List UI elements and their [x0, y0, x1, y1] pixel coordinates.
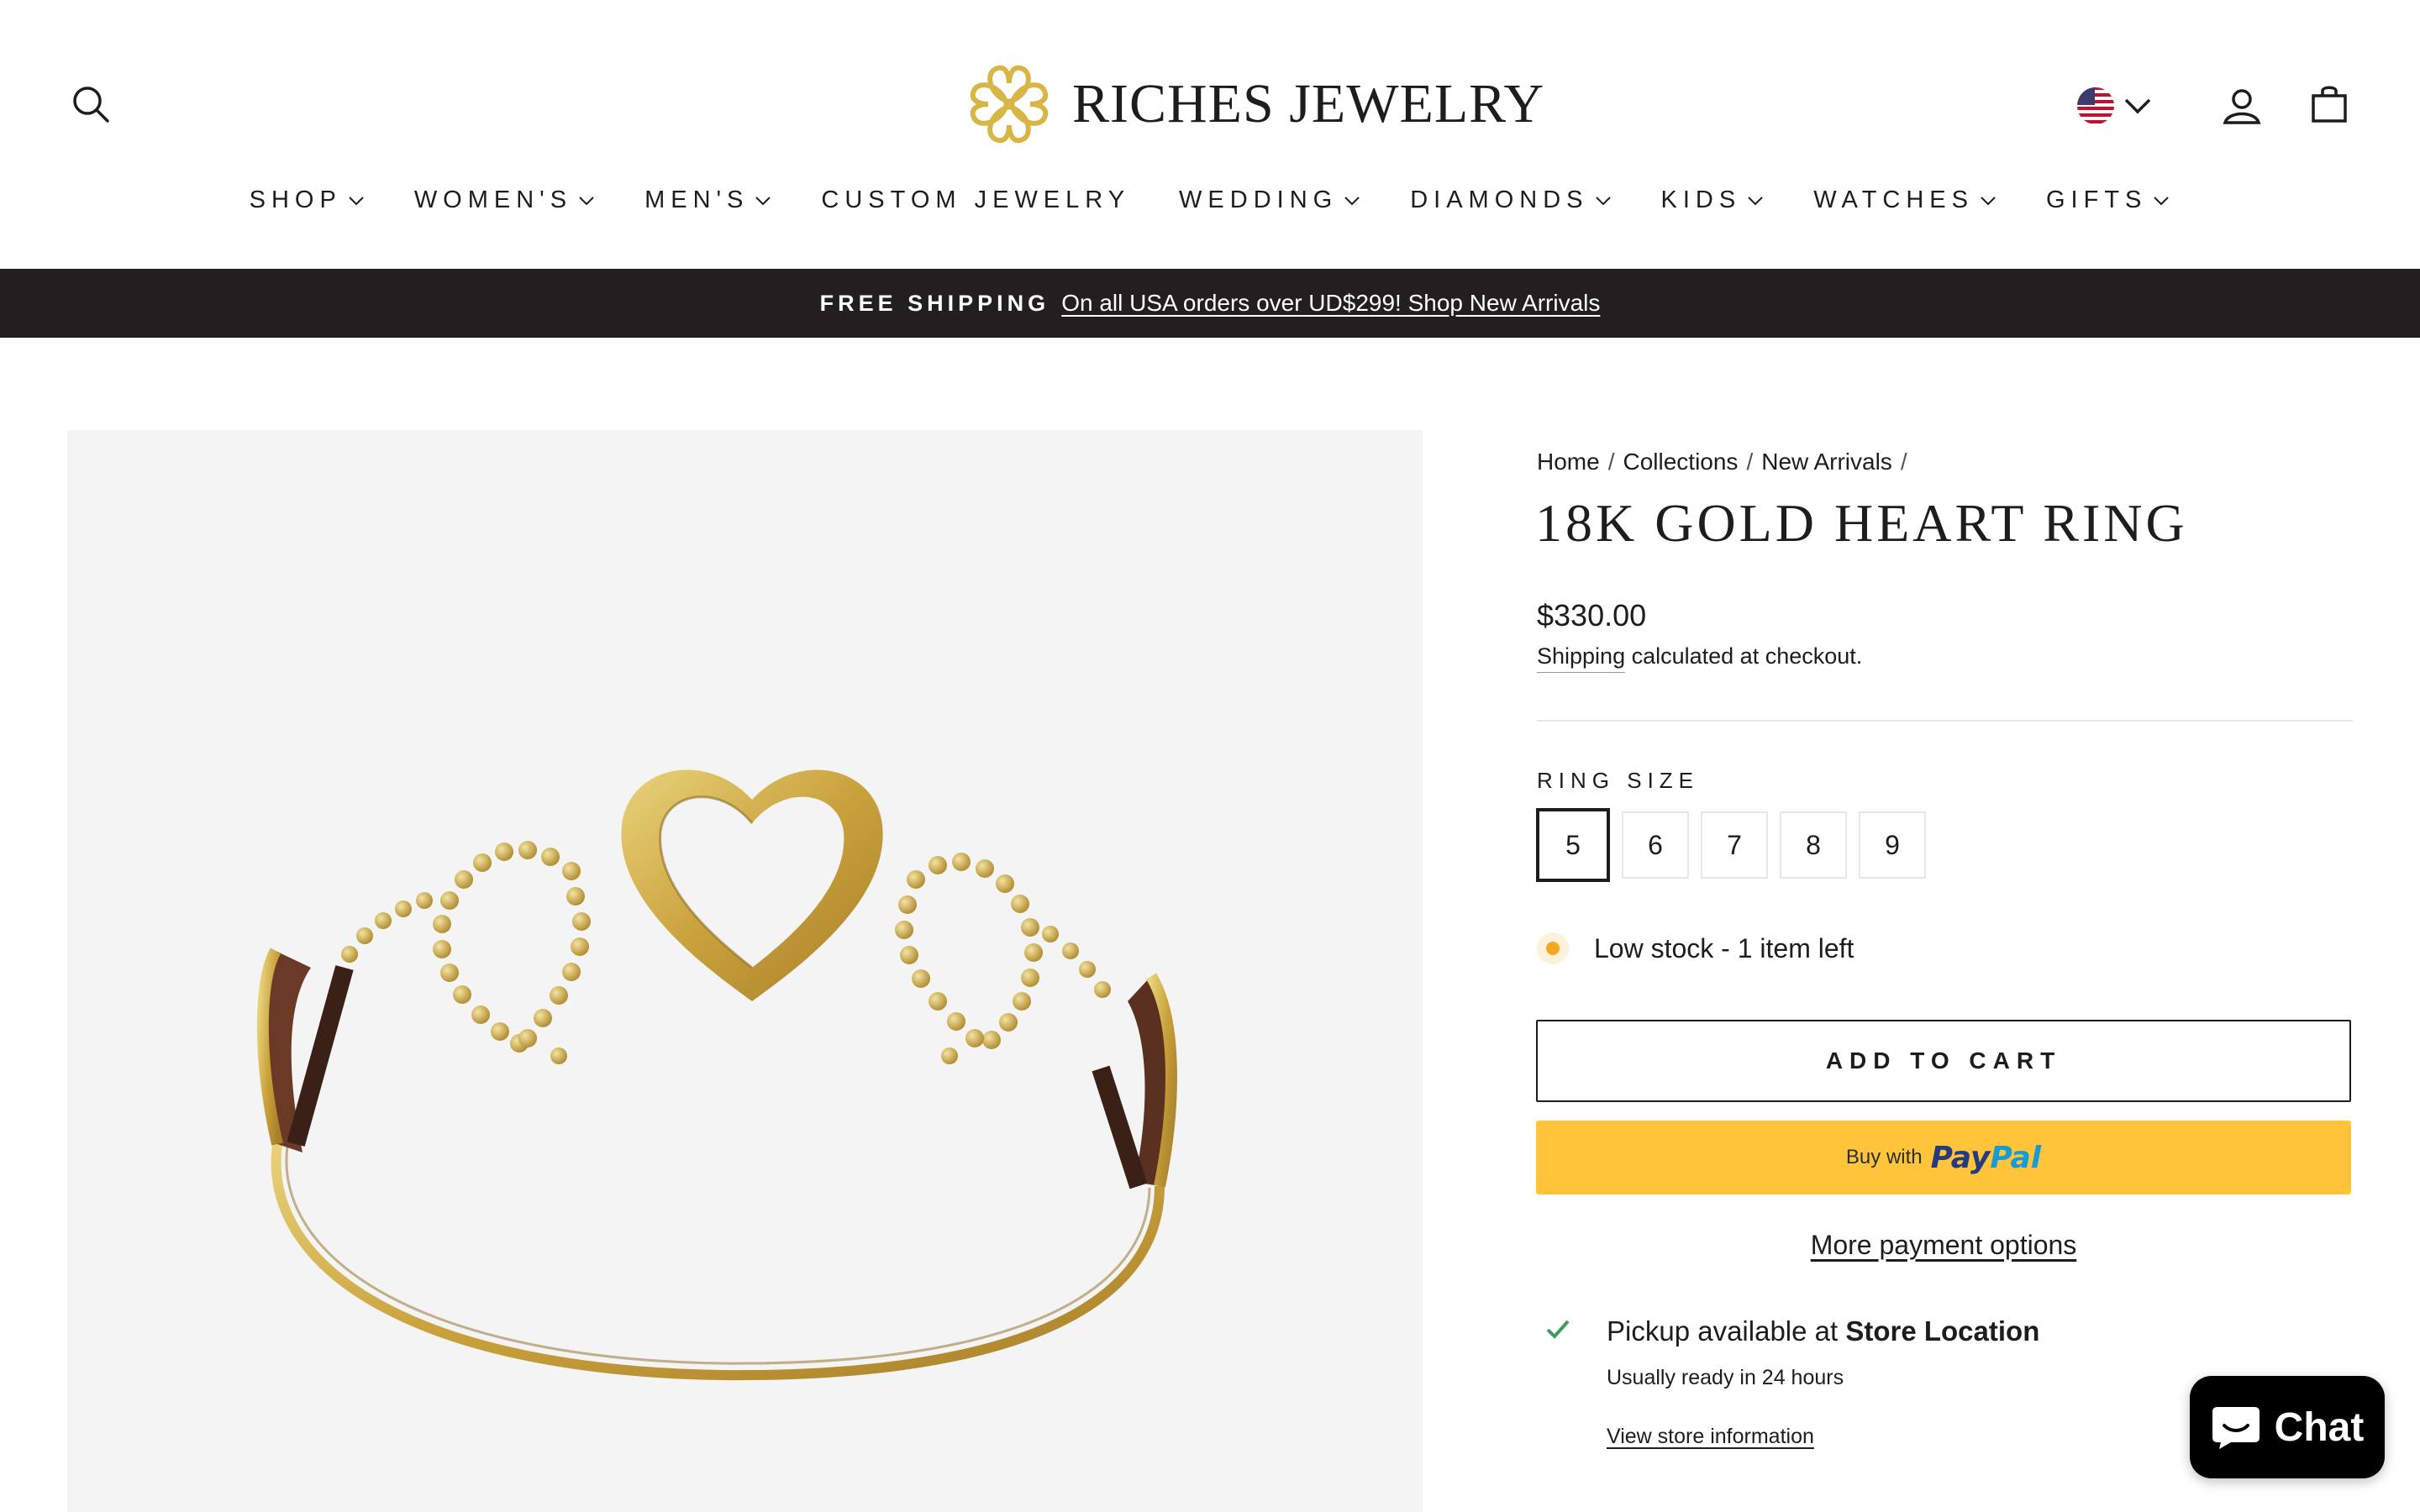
stock-text: Low stock - 1 item left — [1594, 932, 1854, 963]
chevron-down-icon — [1344, 196, 1360, 205]
breadcrumb-separator: / — [1900, 449, 1907, 475]
nav-label: SHOP — [249, 186, 342, 213]
shipping-note-text: calculated at checkout. — [1625, 643, 1863, 669]
product-title: 18K GOLD HEART RING — [1535, 493, 2188, 553]
nav-shop[interactable]: SHOP — [250, 186, 366, 214]
shipping-note: Shipping calculated at checkout. — [1537, 643, 1863, 673]
view-store-information-link[interactable]: View store information — [1607, 1425, 1814, 1449]
chevron-down-icon — [1748, 196, 1763, 205]
chevron-down-icon — [1595, 196, 1611, 205]
nav-label: KIDS — [1660, 186, 1742, 213]
announcement-link[interactable]: On all USA orders over UD$299! Shop New … — [1061, 290, 1600, 317]
size-option-5[interactable]: 5 — [1536, 808, 1610, 882]
size-option-6[interactable]: 6 — [1622, 811, 1689, 879]
add-to-cart-button[interactable]: ADD TO CART — [1536, 1020, 2351, 1102]
announcement-bar: FREE SHIPPING On all USA orders over UD$… — [0, 269, 2420, 338]
paypal-logo-pal: Pal — [1990, 1140, 2042, 1175]
breadcrumb-separator: / — [1746, 449, 1754, 475]
nav-diamonds[interactable]: DIAMONDS — [1410, 186, 1612, 214]
nav-custom-jewelry[interactable]: CUSTOM JEWELRY — [821, 186, 1130, 214]
chevron-down-icon — [2154, 196, 2170, 205]
nav-label: GIFTS — [2045, 186, 2148, 213]
chevron-down-icon — [349, 196, 364, 205]
nav-gifts[interactable]: GIFTS — [2046, 186, 2170, 214]
announcement-title: FREE SHIPPING — [819, 290, 1050, 316]
cart-icon[interactable] — [2306, 81, 2353, 128]
paypal-buy-label: Buy with — [1845, 1146, 1923, 1168]
site-header: RICHES JEWELRY SHOP WOMEN'S MEN'S CUSTOM… — [0, 0, 2420, 269]
size-option-8[interactable]: 8 — [1780, 811, 1847, 879]
nav-label: WATCHES — [1813, 186, 1974, 213]
nav-label: WOMEN'S — [413, 186, 573, 213]
currency-selector[interactable] — [2075, 82, 2153, 129]
breadcrumb-home[interactable]: Home — [1537, 449, 1600, 475]
shipping-link[interactable]: Shipping — [1537, 643, 1626, 673]
size-option-7[interactable]: 7 — [1701, 811, 1768, 879]
product-image[interactable] — [67, 430, 1423, 1512]
us-flag-icon — [2077, 87, 2114, 124]
ring-size-options: 5 6 7 8 9 — [1536, 808, 1926, 882]
breadcrumb: Home / Collections / New Arrivals / — [1537, 449, 1907, 475]
ring-size-label: RING SIZE — [1537, 768, 1700, 793]
nav-label: CUSTOM JEWELRY — [821, 186, 1131, 213]
chat-bubble-icon — [2212, 1407, 2260, 1449]
chevron-down-icon — [2124, 98, 2151, 114]
pickup-ready-time: Usually ready in 24 hours — [1607, 1366, 1844, 1389]
brand-name: RICHES JEWELRY — [1072, 73, 1545, 134]
stock-dot-icon — [1537, 932, 1569, 964]
gold-heart-ring-image — [256, 769, 1177, 1381]
paypal-button[interactable]: Buy with Pay Pal — [1536, 1121, 2351, 1194]
nav-kids[interactable]: KIDS — [1661, 186, 1765, 214]
breadcrumb-new-arrivals[interactable]: New Arrivals — [1761, 449, 1892, 475]
nav-label: DIAMONDS — [1410, 186, 1589, 213]
chevron-down-icon — [579, 196, 594, 205]
pickup-availability: Pickup available at Store Location — [1607, 1315, 2039, 1347]
stock-status: Low stock - 1 item left — [1537, 932, 1854, 964]
search-icon[interactable] — [67, 81, 114, 128]
chat-button[interactable]: Chat — [2190, 1376, 2385, 1478]
main-nav: SHOP WOMEN'S MEN'S CUSTOM JEWELRY WEDDIN… — [0, 186, 2420, 214]
nav-label: MEN'S — [644, 186, 750, 213]
nav-wedding[interactable]: WEDDING — [1179, 186, 1361, 214]
pickup-location: Store Location — [1845, 1315, 2040, 1347]
chevron-down-icon — [755, 196, 771, 205]
account-icon[interactable] — [2218, 82, 2265, 129]
nav-watches[interactable]: WATCHES — [1813, 186, 1997, 214]
check-icon — [1546, 1320, 1570, 1339]
more-payment-options: More payment options — [1536, 1230, 2351, 1261]
more-payment-options-link[interactable]: More payment options — [1811, 1230, 2077, 1260]
nav-womens[interactable]: WOMEN'S — [414, 186, 596, 214]
clover-logo-icon — [970, 65, 1049, 144]
nav-mens[interactable]: MEN'S — [644, 186, 772, 214]
pickup-prefix: Pickup available at — [1607, 1315, 1846, 1347]
chevron-down-icon — [1981, 196, 1996, 205]
paypal-logo-pay: Pay — [1930, 1140, 1991, 1175]
product-price: $330.00 — [1537, 598, 1647, 633]
divider — [1537, 720, 2353, 722]
nav-label: WEDDING — [1179, 186, 1339, 213]
breadcrumb-collections[interactable]: Collections — [1623, 449, 1738, 475]
brand-logo[interactable]: RICHES JEWELRY — [965, 55, 1544, 153]
breadcrumb-separator: / — [1607, 449, 1615, 475]
size-option-9[interactable]: 9 — [1859, 811, 1926, 879]
chat-label: Chat — [2274, 1404, 2365, 1450]
